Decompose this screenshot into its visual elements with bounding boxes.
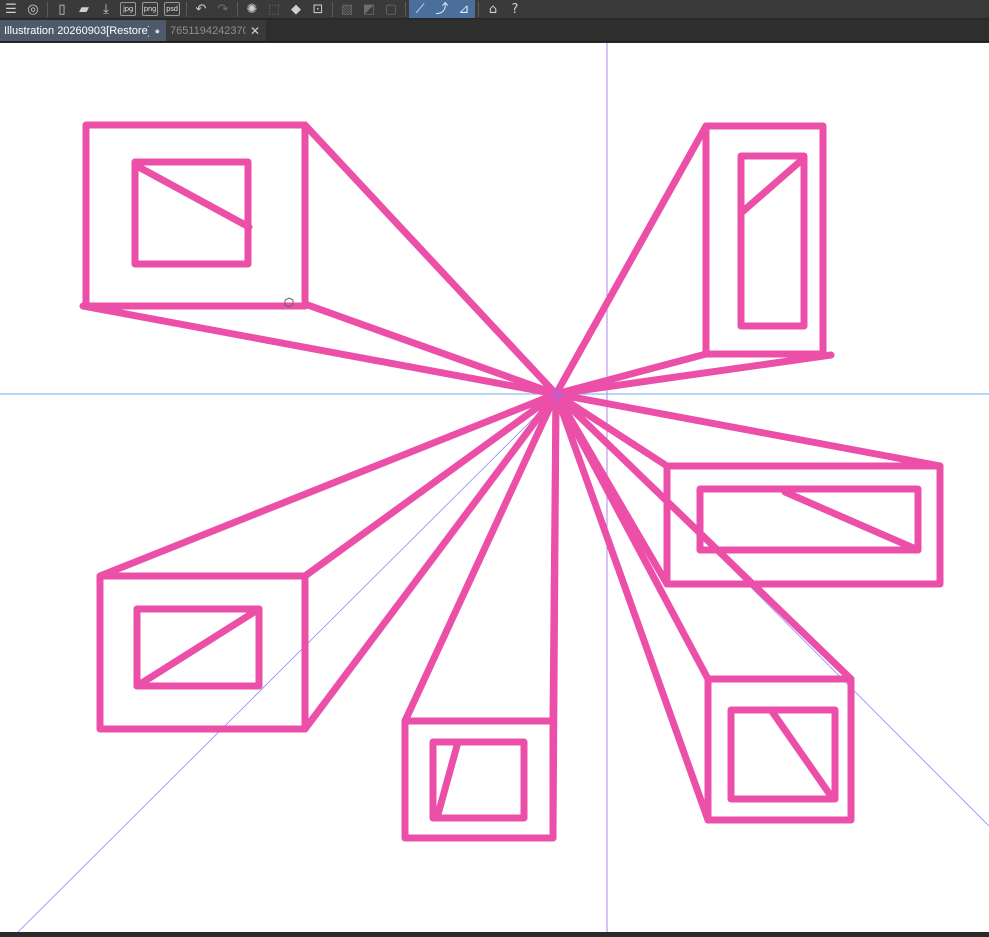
box-top-right [552, 122, 835, 398]
redo-icon[interactable]: ↷ [212, 0, 234, 18]
drawing-canvas[interactable] [0, 43, 989, 932]
undo-icon[interactable]: ↶ [190, 0, 212, 18]
unsaved-dot-icon: ● [154, 25, 160, 36]
toolbar-separator [186, 1, 187, 17]
toolbar-separator [332, 1, 333, 17]
grid-snap-icon[interactable]: ⊿ [453, 0, 475, 18]
toolbar-separator [478, 1, 479, 17]
new-canvas-icon[interactable]: ▯ [51, 0, 73, 18]
open-folder-icon[interactable]: ▰ [73, 0, 95, 18]
loading-spinner-icon[interactable]: ✺ [241, 0, 263, 18]
toolbar-separator [47, 1, 48, 17]
export-psd-icon[interactable]: psd [164, 2, 180, 16]
toolbar-separator [237, 1, 238, 17]
document-tab-bar: Illustration 20260903[Restore]* ● 765119… [0, 20, 989, 42]
save-icon[interactable]: ⤓ [95, 0, 117, 18]
menu-icon[interactable]: ☰ [0, 0, 22, 18]
transform-icon[interactable]: ⊡ [307, 0, 329, 18]
help-icon[interactable]: ? [504, 0, 526, 18]
toolbar-separator [405, 1, 406, 17]
box-top-left [79, 121, 560, 398]
status-strip [0, 932, 989, 937]
tab-label: 7651194242370 [170, 24, 246, 37]
spiral-icon[interactable]: ◎ [22, 0, 44, 18]
tab-illustration[interactable]: Illustration 20260903[Restore]* ● [0, 20, 166, 41]
box-bottom-right [552, 390, 855, 824]
selection-icon[interactable]: ⬚ [263, 0, 285, 18]
box-bottom-left [96, 390, 560, 733]
main-toolbar: ☰ ◎ ▯ ▰ ⤓ jpg png psd ↶ ↷ ✺ ⬚ ◆ ⊡ ▧ ◩ ▢ ⟋ ⤴ ⊿ ⌂? [0, 0, 989, 19]
tab-image[interactable]: 7651194242370 ✕ [166, 20, 266, 41]
hatch-icon[interactable]: ▧ [336, 0, 358, 18]
ruler-snap-icon[interactable]: ⟋ [409, 0, 431, 18]
gradient-icon[interactable]: ◩ [358, 0, 380, 18]
box-bottom-middle [401, 390, 560, 842]
artwork [0, 43, 989, 932]
frame-icon[interactable]: ▢ [380, 0, 402, 18]
export-jpg-icon[interactable]: jpg [120, 2, 136, 16]
tab-label: Illustration 20260903[Restore]* [4, 24, 149, 37]
close-tab-icon[interactable]: ✕ [250, 24, 260, 38]
special-ruler-snap-icon[interactable]: ⤴ [431, 0, 453, 18]
export-png-icon[interactable]: png [142, 2, 158, 16]
fill-icon[interactable]: ◆ [285, 0, 307, 18]
learn-icon[interactable]: ⌂ [482, 0, 504, 18]
